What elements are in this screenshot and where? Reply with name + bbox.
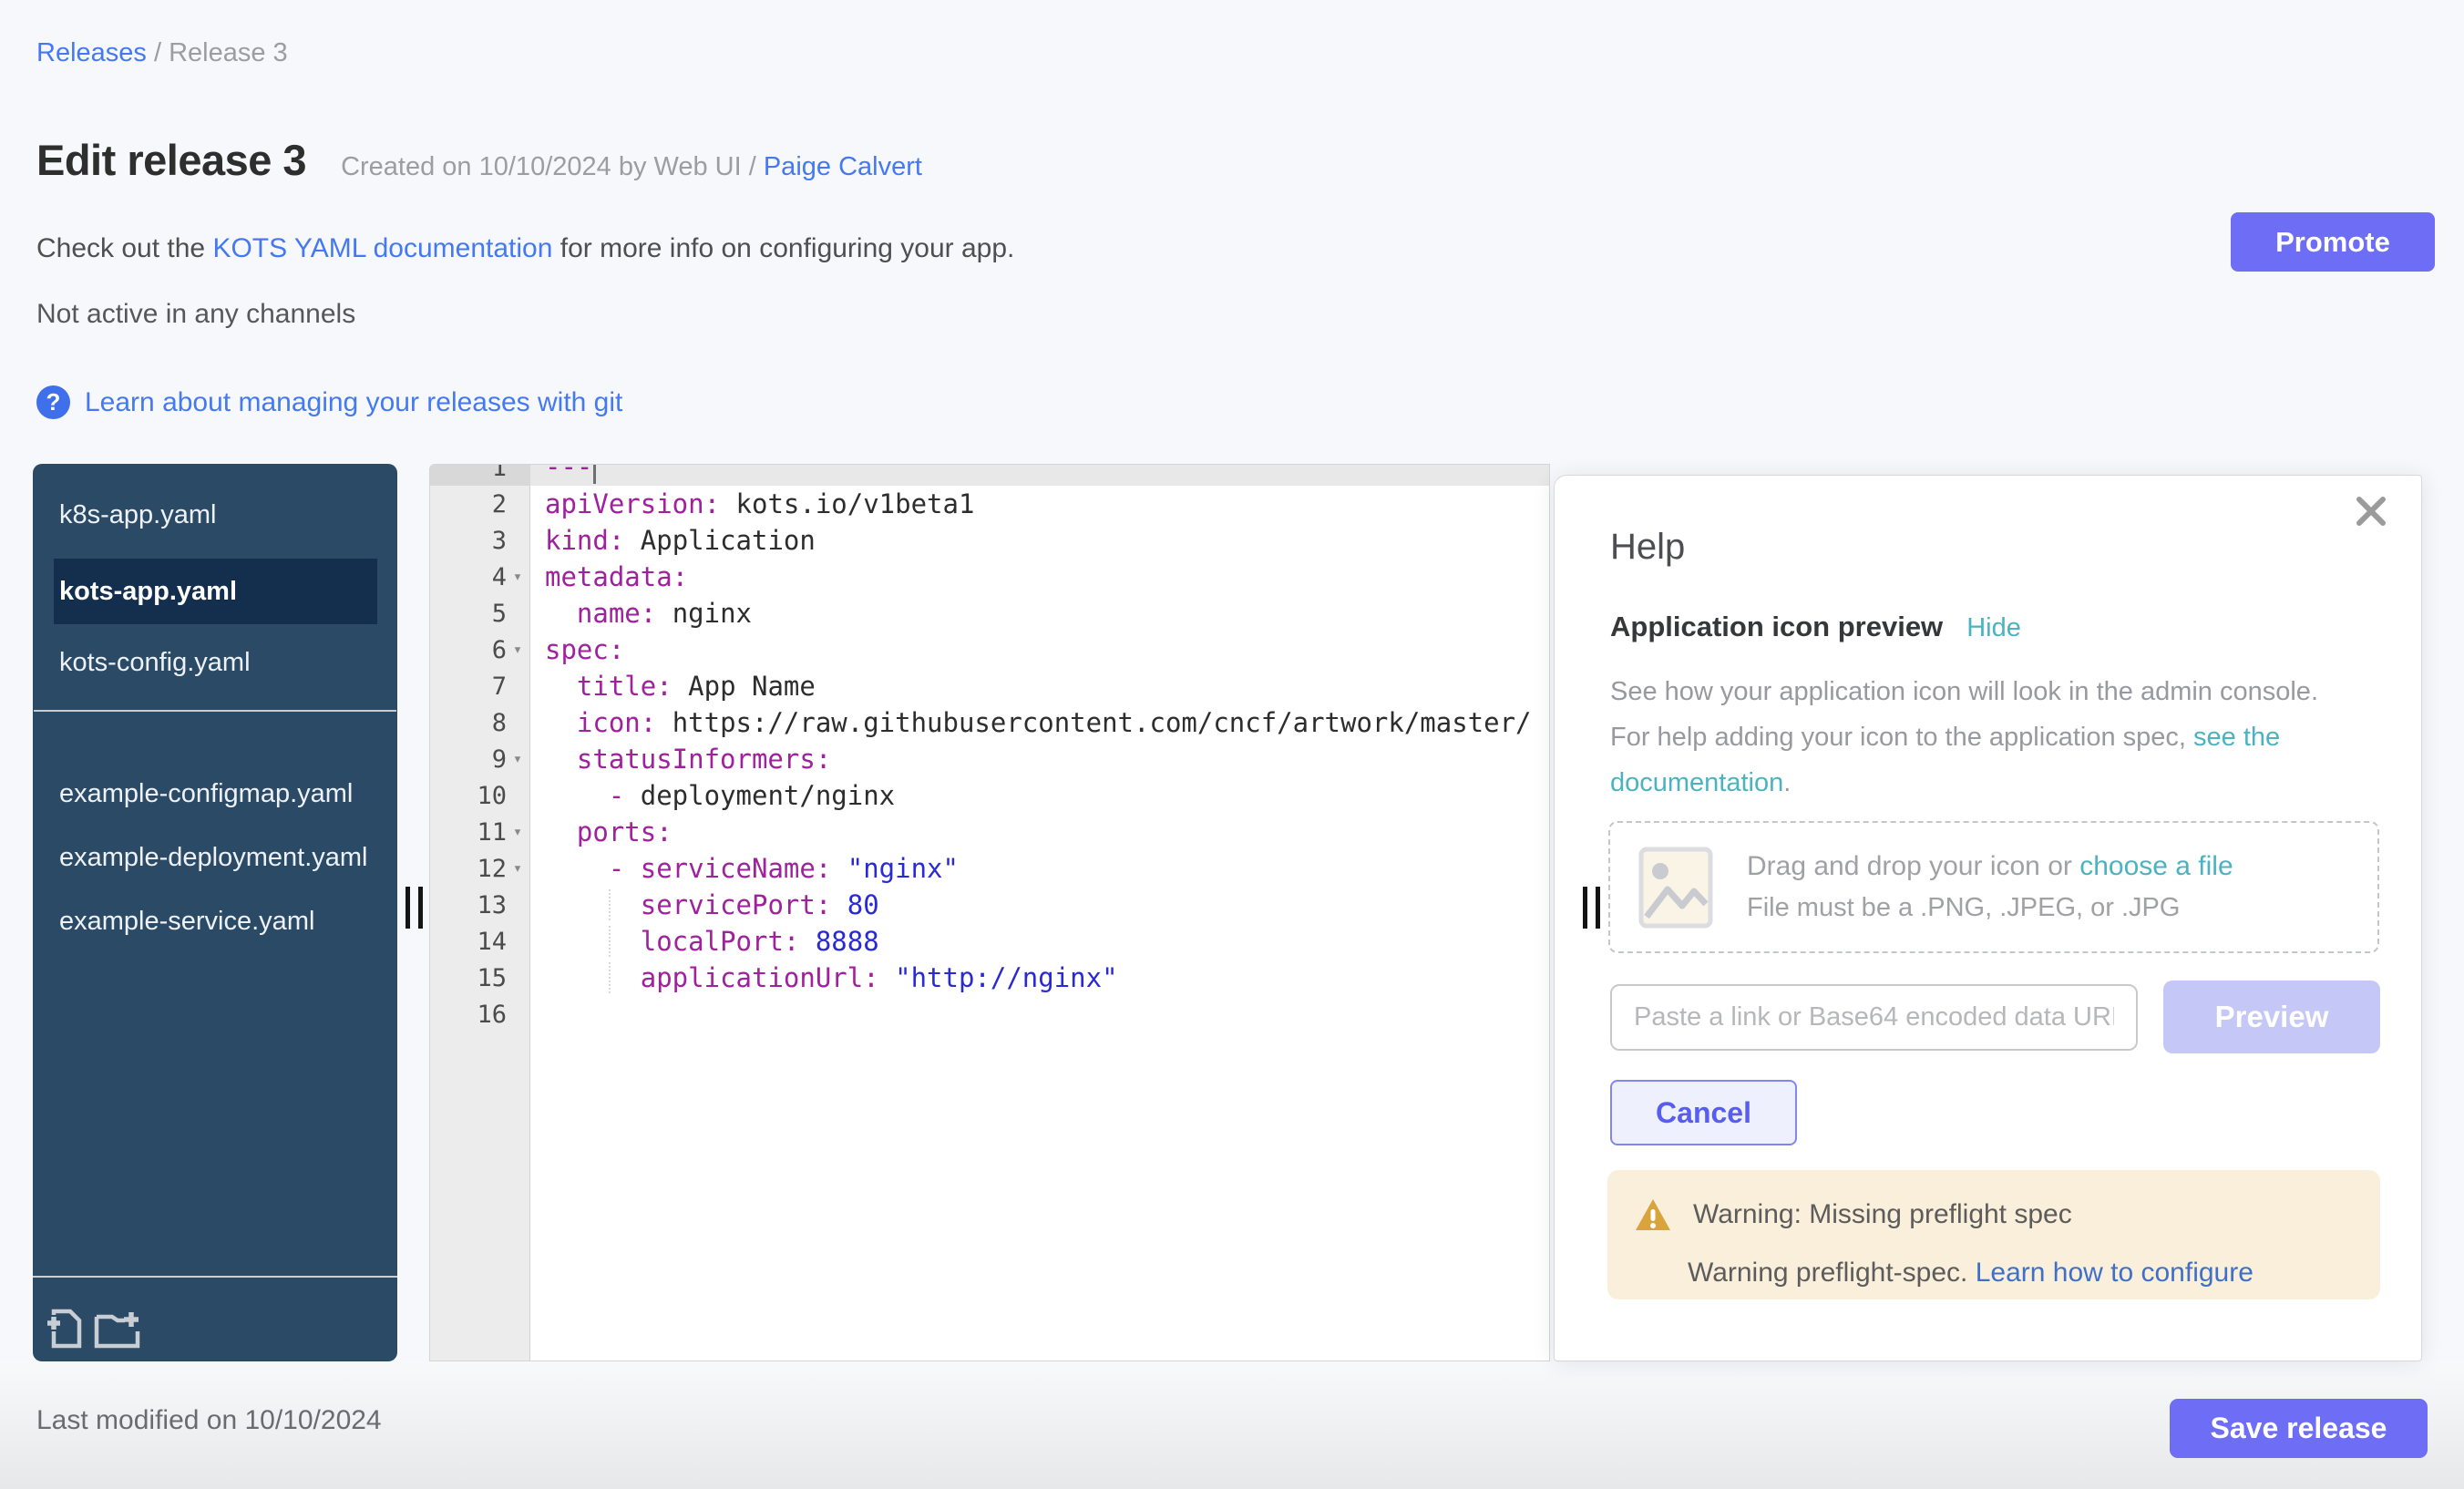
tree-editor-resize-handle[interactable] (406, 887, 426, 929)
code-line-2[interactable]: 2apiVersion: kots.io/v1beta1 (430, 486, 1549, 522)
line-number: 14 (430, 928, 507, 956)
author-link[interactable]: Paige Calvert (764, 152, 922, 181)
code-line-15[interactable]: 15 applicationUrl: "http://nginx" (430, 960, 1549, 996)
dropzone-label: Drag and drop your icon or choose a file (1747, 851, 2233, 882)
code-line-5[interactable]: 5 name: nginx (430, 595, 1549, 632)
cancel-button[interactable]: Cancel (1610, 1080, 1797, 1145)
doc-info-line: Check out the KOTS YAML documentation fo… (36, 233, 1014, 264)
warning-triangle-icon (1635, 1197, 1671, 1232)
editor-help-resize-handle[interactable] (1583, 887, 1603, 929)
fold-arrow-icon[interactable]: ▾ (507, 750, 529, 768)
line-number: 4 (430, 563, 507, 591)
code-line-11[interactable]: 11▾ ports: (430, 814, 1549, 850)
line-number: 8 (430, 709, 507, 737)
code-line-1[interactable]: 1--- (430, 464, 1549, 486)
line-number: 11 (430, 818, 507, 847)
icon-preview-section-title: Application icon preview (1610, 611, 1943, 643)
git-help-label: Learn about managing your releases with … (85, 387, 622, 418)
help-title: Help (1610, 527, 1685, 568)
line-number: 10 (430, 782, 507, 810)
file-tree-item-kots-config.yaml[interactable]: kots-config.yaml (59, 642, 372, 683)
line-number: 2 (430, 490, 507, 519)
code-line-12[interactable]: 12▾ - serviceName: "nginx" (430, 850, 1549, 887)
file-tree-item-k8s-app.yaml[interactable]: k8s-app.yaml (59, 495, 372, 535)
channel-status: Not active in any channels (36, 299, 355, 330)
code-line-10[interactable]: 10 - deployment/nginx (430, 777, 1549, 814)
close-icon[interactable] (2350, 490, 2392, 532)
hide-link[interactable]: Hide (1966, 613, 2021, 643)
file-tree-panel: k8s-app.yaml kots-app.yaml kots-config.yam… (33, 464, 397, 1361)
icon-preview-description: See how your application icon will look … (1610, 669, 2339, 806)
save-release-button[interactable]: Save release (2170, 1399, 2428, 1458)
breadcrumb: Releases / Release 3 (36, 38, 288, 68)
warning-title: Warning: Missing preflight spec (1693, 1199, 2072, 1230)
page-title: Edit release 3 (36, 135, 306, 185)
line-number: 9 (430, 745, 507, 774)
file-tree-item-example-deployment.yaml[interactable]: example-deployment.yaml (59, 837, 372, 878)
line-number: 6 (430, 636, 507, 664)
code-line-14[interactable]: 14 localPort: 8888 (430, 923, 1549, 960)
breadcrumb-separator: / (147, 38, 169, 67)
image-placeholder-icon (1638, 846, 1714, 929)
title-row: Edit release 3 Created on 10/10/2024 by … (36, 135, 922, 185)
code-line-7[interactable]: 7 title: App Name (430, 668, 1549, 704)
line-number: 12 (430, 855, 507, 883)
warning-body: Warning preflight-spec. Learn how to con… (1688, 1258, 2353, 1289)
file-tree-item-kots-app.yaml[interactable]: kots-app.yaml (54, 559, 377, 624)
kots-yaml-doc-link[interactable]: KOTS YAML documentation (212, 233, 552, 263)
learn-configure-link[interactable]: Learn how to configure (1976, 1258, 2254, 1288)
file-tree-actions (33, 1276, 397, 1361)
choose-file-link[interactable]: choose a file (2079, 851, 2233, 881)
fold-arrow-icon[interactable]: ▾ (507, 568, 529, 586)
line-number: 16 (430, 1001, 507, 1029)
dropzone-filetypes: File must be a .PNG, .JPEG, or .JPG (1747, 893, 2233, 923)
last-modified-label: Last modified on 10/10/2024 (36, 1405, 382, 1436)
code-line-9[interactable]: 9▾ statusInformers: (430, 741, 1549, 777)
line-number: 15 (430, 964, 507, 992)
preview-button[interactable]: Preview (2163, 981, 2380, 1053)
code-line-6[interactable]: 6▾spec: (430, 632, 1549, 668)
help-panel: Help Application icon preview Hide See h… (1554, 475, 2422, 1361)
code-line-4[interactable]: 4▾metadata: (430, 559, 1549, 595)
fold-arrow-icon[interactable]: ▾ (507, 859, 529, 878)
text-cursor (593, 464, 596, 484)
promote-button[interactable]: Promote (2231, 212, 2435, 272)
new-folder-icon[interactable] (94, 1308, 141, 1350)
line-number: 3 (430, 527, 507, 555)
git-help-link[interactable]: ? Learn about managing your releases wit… (36, 385, 622, 419)
footer-bar: Last modified on 10/10/2024 Save release (0, 1361, 2464, 1489)
breadcrumb-current: Release 3 (169, 38, 288, 67)
file-tree-item-example-service.yaml[interactable]: example-service.yaml (59, 901, 372, 941)
code-line-3[interactable]: 3kind: Application (430, 522, 1549, 559)
created-info: Created on 10/10/2024 by Web UI / Paige … (341, 152, 922, 182)
icon-dropzone[interactable]: Drag and drop your icon or choose a file… (1608, 821, 2379, 953)
icon-url-input[interactable] (1610, 984, 2138, 1051)
fold-arrow-icon[interactable]: ▾ (507, 641, 529, 659)
code-line-8[interactable]: 8 icon: https://raw.githubusercontent.co… (430, 704, 1549, 741)
code-line-13[interactable]: 13 servicePort: 80 (430, 887, 1549, 923)
code-line-16[interactable]: 16 (430, 996, 1549, 1032)
breadcrumb-releases-link[interactable]: Releases (36, 38, 147, 67)
yaml-editor[interactable]: 1---2apiVersion: kots.io/v1beta13kind: A… (429, 464, 1550, 1361)
line-number: 7 (430, 673, 507, 701)
line-number: 5 (430, 600, 507, 628)
line-number: 1 (430, 464, 507, 482)
fold-arrow-icon[interactable]: ▾ (507, 823, 529, 841)
new-file-icon[interactable] (45, 1308, 83, 1350)
file-tree-divider (34, 710, 396, 712)
file-tree-item-example-configmap.yaml[interactable]: example-configmap.yaml (59, 774, 372, 814)
line-number: 13 (430, 891, 507, 919)
preflight-warning-box: Warning: Missing preflight spec Warning … (1607, 1170, 2380, 1299)
question-circle-icon: ? (36, 385, 70, 419)
